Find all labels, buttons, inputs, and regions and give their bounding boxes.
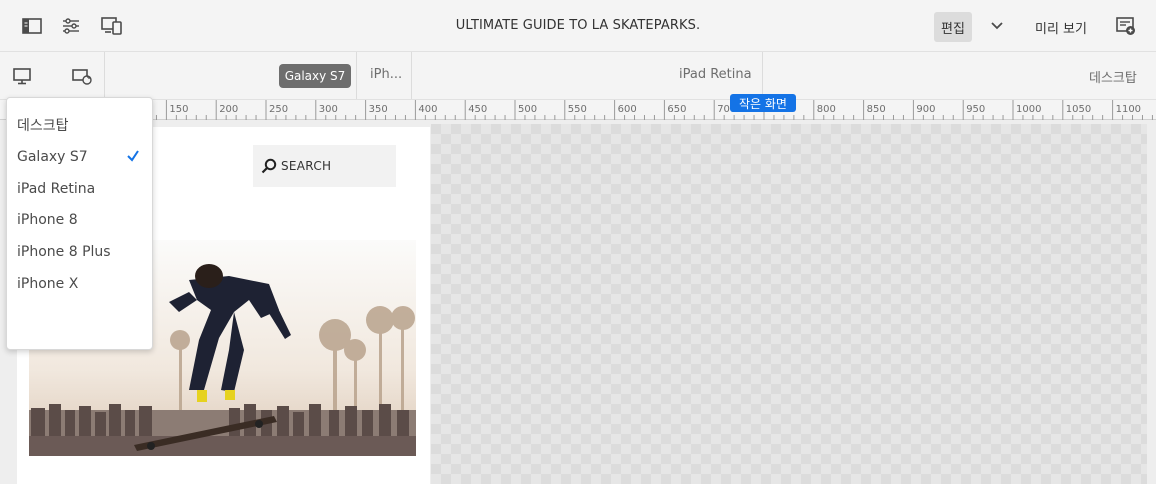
menu-item-desktop[interactable]: 데스크탑: [7, 110, 152, 140]
menu-item-ipad-retina[interactable]: iPad Retina: [7, 174, 152, 204]
menu-item-iphone-8[interactable]: iPhone 8: [7, 205, 152, 235]
ruler-tick-label: 900: [916, 104, 935, 115]
breakpoint-iphone[interactable]: iPh...: [370, 67, 402, 82]
menu-item-label: Galaxy S7: [17, 149, 88, 165]
menu-item-label: iPhone 8 Plus: [17, 244, 111, 260]
ruler-tick-label: 250: [269, 104, 288, 115]
device-dropdown-menu: 데스크탑 Galaxy S7 iPad Retina iPhone 8 iPho…: [6, 97, 153, 350]
preview-button[interactable]: 미리 보기: [1024, 12, 1098, 42]
ruler-tick-label: 500: [518, 104, 537, 115]
divider: [411, 52, 412, 99]
ruler-tick-label: 650: [667, 104, 686, 115]
menu-item-galaxy-s7[interactable]: Galaxy S7: [7, 142, 152, 172]
ruler-tick-label: 850: [867, 104, 886, 115]
ruler-tick-label: 1000: [1016, 104, 1041, 115]
page-editor: ULTIMATE GUIDE TO LA SKATEPARKS. 편집 미리 보…: [0, 0, 1156, 484]
ruler-tick-label: 200: [219, 104, 238, 115]
menu-item-label: 데스크탑: [17, 118, 69, 134]
breakpoint-ipad-retina[interactable]: iPad Retina: [679, 67, 752, 82]
ruler-tick-label: 350: [369, 104, 388, 115]
selected-device-chip[interactable]: Galaxy S7: [279, 64, 351, 88]
ruler-tick-label: 600: [618, 104, 637, 115]
chevron-down-icon[interactable]: [986, 14, 1008, 38]
top-toolbar: ULTIMATE GUIDE TO LA SKATEPARKS. 편집 미리 보…: [0, 0, 1156, 52]
menu-item-label: iPhone X: [17, 276, 79, 292]
menu-item-label: iPhone 8: [17, 212, 78, 228]
transparent-background: [431, 124, 1147, 484]
divider: [356, 52, 357, 99]
breakpoint-badge: 작은 화면: [730, 94, 796, 112]
ruler-tick-label: 1050: [1066, 104, 1091, 115]
ruler-tick-label: 950: [966, 104, 985, 115]
rotate-device-icon[interactable]: [70, 64, 94, 88]
menu-item-iphone-x[interactable]: iPhone X: [7, 269, 152, 299]
device-icon[interactable]: [10, 64, 34, 88]
search-label: SEARCH: [281, 159, 332, 173]
page-info-icon[interactable]: [1114, 14, 1138, 38]
emulator-toolbar: Galaxy S7 iPh... iPad Retina 데스크탑: [0, 52, 1156, 100]
ruler-tick-label: 450: [468, 104, 487, 115]
ruler-tick-label: 300: [319, 104, 338, 115]
edit-mode-button[interactable]: 편집: [934, 12, 972, 42]
breakpoint-desktop[interactable]: 데스크탑: [1089, 67, 1137, 86]
search-icon: [261, 158, 277, 174]
divider: [104, 52, 105, 99]
ruler-tick-label: 150: [169, 104, 188, 115]
menu-item-iphone-8-plus[interactable]: iPhone 8 Plus: [7, 237, 152, 267]
ruler-scale: 150 200 250 300 350 400 450 500 550 600 650 700 800 8…: [16, 100, 1153, 120]
ruler-tick-label: 1100: [1116, 104, 1141, 115]
ruler-tick-label: 550: [568, 104, 587, 115]
checkmark-icon: [127, 150, 139, 162]
ruler: 150 200 250 300 350 400 450 500 550 600 650 700 800 8…: [0, 100, 1156, 120]
ruler-tick-label: 400: [418, 104, 437, 115]
divider: [762, 52, 763, 99]
menu-item-label: iPad Retina: [17, 181, 96, 197]
page-title: ULTIMATE GUIDE TO LA SKATEPARKS.: [455, 18, 701, 33]
search-field[interactable]: SEARCH: [253, 145, 396, 187]
ruler-tick-label: 800: [817, 104, 836, 115]
